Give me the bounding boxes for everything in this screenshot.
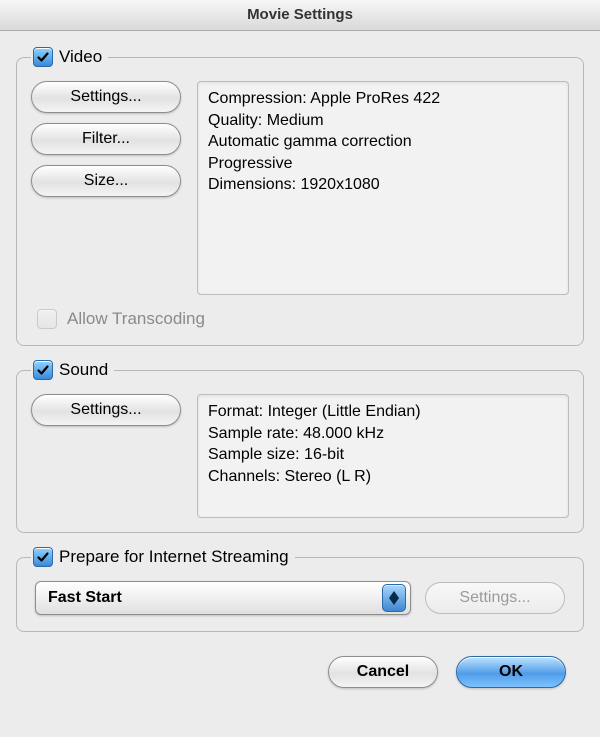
streaming-mode-selected: Fast Start (48, 589, 122, 607)
allow-transcoding-label: Allow Transcoding (67, 309, 205, 329)
cancel-button[interactable]: Cancel (328, 656, 438, 688)
dialog-button-row: Cancel OK (16, 646, 584, 688)
sound-legend-label: Sound (59, 360, 108, 380)
video-size-button[interactable]: Size... (31, 165, 181, 197)
popup-stepper-icon (382, 584, 406, 612)
streaming-group: Prepare for Internet Streaming Fast Star… (16, 547, 584, 632)
sound-info-box: Format: Integer (Little Endian) Sample r… (197, 394, 569, 518)
streaming-legend-label: Prepare for Internet Streaming (59, 547, 289, 567)
window-title: Movie Settings (247, 6, 353, 23)
sound-checkbox[interactable] (33, 360, 53, 380)
check-icon (36, 50, 50, 64)
check-icon (36, 550, 50, 564)
streaming-legend: Prepare for Internet Streaming (31, 547, 295, 567)
video-checkbox[interactable] (33, 47, 53, 67)
title-bar: Movie Settings (0, 0, 600, 31)
check-icon (36, 363, 50, 377)
video-legend: Video (31, 47, 108, 67)
sound-settings-button[interactable]: Settings... (31, 394, 181, 426)
sound-group: Sound Settings... Format: Integer (Littl… (16, 360, 584, 533)
sound-button-column: Settings... (31, 394, 181, 426)
ok-button[interactable]: OK (456, 656, 566, 688)
video-button-column: Settings... Filter... Size... (31, 81, 181, 197)
video-settings-button[interactable]: Settings... (31, 81, 181, 113)
video-group: Video Settings... Filter... Size... Comp… (16, 47, 584, 346)
video-filter-button[interactable]: Filter... (31, 123, 181, 155)
streaming-checkbox[interactable] (33, 547, 53, 567)
video-legend-label: Video (59, 47, 102, 67)
dialog-content: Video Settings... Filter... Size... Comp… (0, 31, 600, 704)
allow-transcoding-checkbox (37, 309, 57, 329)
video-info-box: Compression: Apple ProRes 422 Quality: M… (197, 81, 569, 295)
streaming-settings-button: Settings... (425, 582, 565, 614)
streaming-mode-popup[interactable]: Fast Start (35, 581, 411, 615)
sound-legend: Sound (31, 360, 114, 380)
